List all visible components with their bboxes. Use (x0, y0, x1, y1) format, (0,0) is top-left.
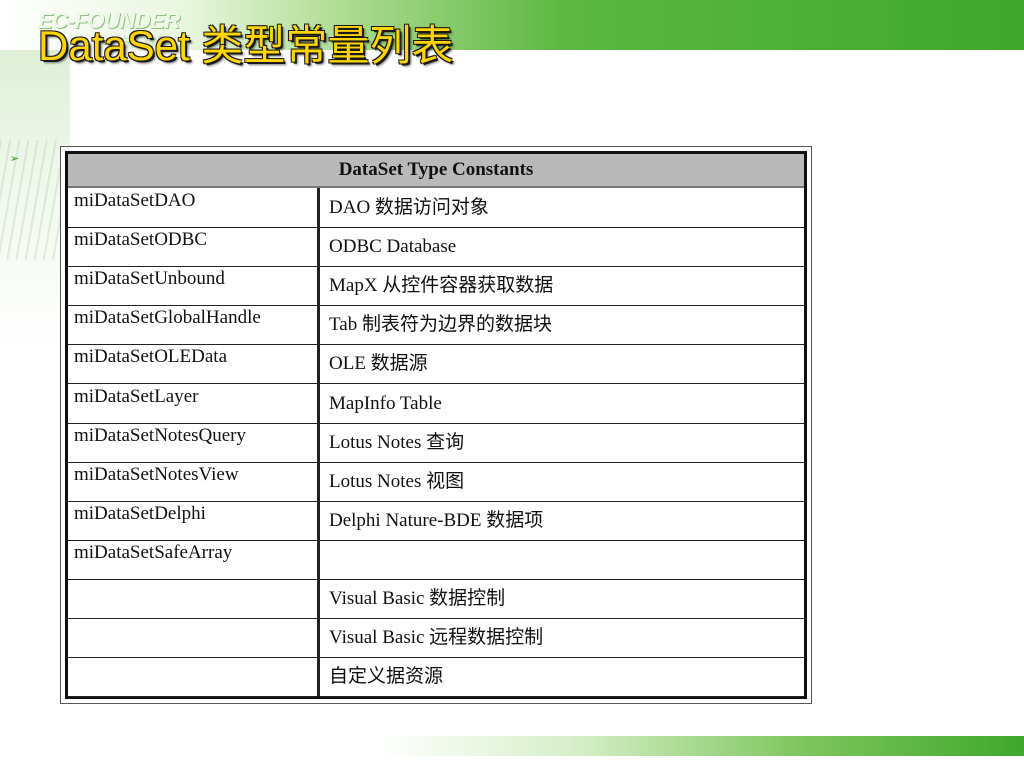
table-row: miDataSetDAO DAO 数据访问对象 (68, 188, 804, 228)
description-cell: DAO 数据访问对象 (320, 188, 804, 228)
table-row: miDataSetOLEData OLE 数据源 (68, 344, 804, 385)
table-row: 自定义据资源 (68, 657, 804, 698)
constant-cell: miDataSetOLEData (68, 344, 317, 385)
table-row: miDataSetNotesQuery Lotus Notes 查询 (68, 423, 804, 463)
table-row: miDataSetGlobalHandle Tab 制表符为边界的数据块 (68, 305, 804, 346)
description-cell: MapX 从控件容器获取数据 (320, 266, 804, 307)
table-row: miDataSetUnbound MapX 从控件容器获取数据 (68, 266, 804, 307)
constant-cell: miDataSetNotesQuery (68, 423, 317, 463)
slide-title: DataSet 类型常量列表 (38, 22, 454, 69)
table-row: miDataSetDelphi Delphi Nature-BDE 数据项 (68, 501, 804, 541)
table-row: Visual Basic 数据控制 (68, 579, 804, 619)
left-decoration-pattern (0, 140, 60, 260)
description-cell: Visual Basic 远程数据控制 (320, 618, 804, 659)
table-header: DataSet Type Constants (68, 154, 804, 188)
constant-cell: miDataSetSafeArray (68, 540, 317, 580)
table-row: miDataSetLayer MapInfo Table (68, 384, 804, 424)
constant-cell: miDataSetNotesView (68, 462, 317, 502)
description-cell: 自定义据资源 (320, 657, 804, 698)
description-cell: Tab 制表符为边界的数据块 (320, 305, 804, 346)
constants-table: DataSet Type Constants miDataSetDAO DAO 数… (60, 146, 812, 704)
description-cell: Visual Basic 数据控制 (320, 579, 804, 619)
bullet-arrow-icon: ➢ (10, 152, 20, 165)
constant-cell (68, 618, 317, 659)
description-cell: ODBC Database (320, 227, 804, 268)
constant-cell: miDataSetLayer (68, 384, 317, 424)
table-body: DataSet Type Constants miDataSetDAO DAO 数… (65, 151, 807, 699)
constant-cell: miDataSetDAO (68, 188, 317, 228)
constant-cell: miDataSetDelphi (68, 501, 317, 541)
constant-cell: miDataSetUnbound (68, 266, 317, 307)
table-row: Visual Basic 远程数据控制 (68, 618, 804, 659)
table-row: miDataSetSafeArray (68, 540, 804, 580)
constant-cell: miDataSetGlobalHandle (68, 305, 317, 346)
constant-cell: miDataSetODBC (68, 227, 317, 268)
column-divider (317, 188, 320, 696)
description-cell: Lotus Notes 视图 (320, 462, 804, 502)
description-cell: Delphi Nature-BDE 数据项 (320, 501, 804, 541)
slide: EC-FOUNDER 方正数码 DataSet 类型常量列表 ➢ DataSet… (0, 0, 1024, 768)
constant-cell (68, 579, 317, 619)
table-row: miDataSetODBC ODBC Database (68, 227, 804, 268)
description-cell (320, 540, 804, 580)
bottom-banner (380, 736, 1024, 756)
constant-cell (68, 657, 317, 698)
description-cell: Lotus Notes 查询 (320, 423, 804, 463)
description-cell: OLE 数据源 (320, 344, 804, 385)
table-row: miDataSetNotesView Lotus Notes 视图 (68, 462, 804, 502)
description-cell: MapInfo Table (320, 384, 804, 424)
